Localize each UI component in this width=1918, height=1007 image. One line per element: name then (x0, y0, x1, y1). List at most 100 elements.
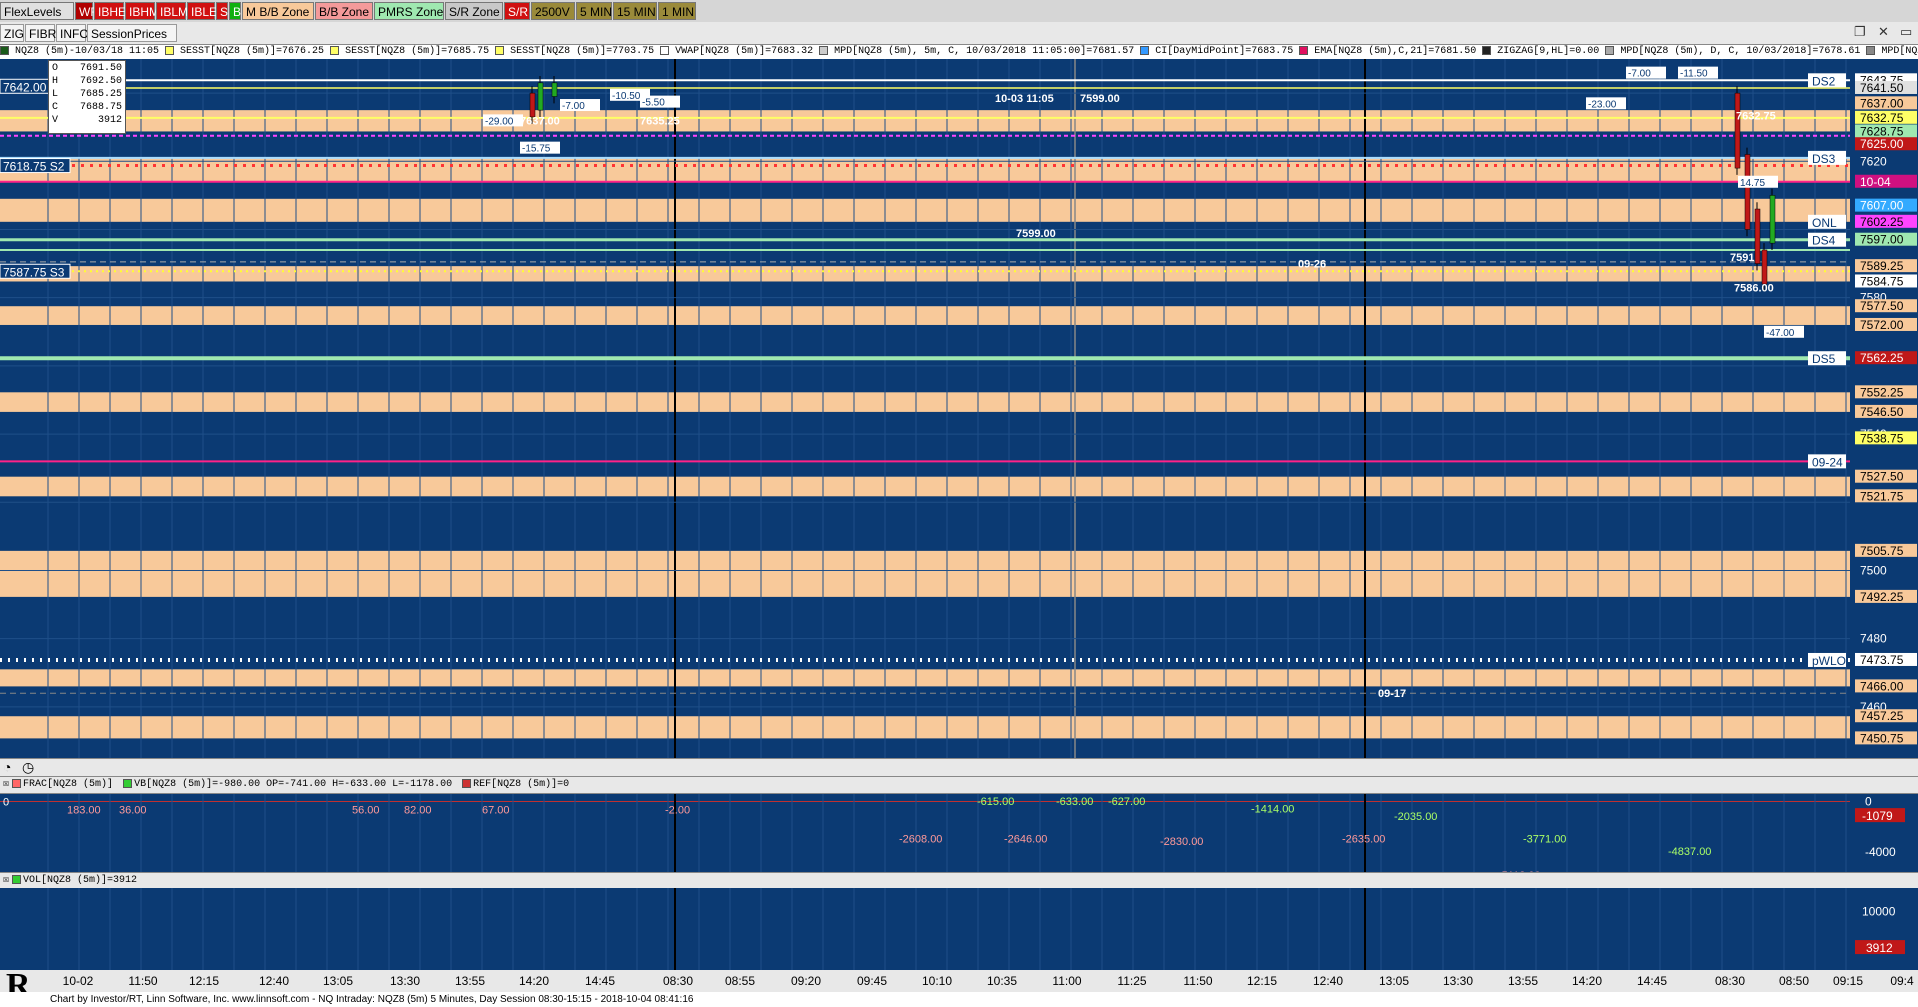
level-tag: DS4 (1812, 234, 1836, 248)
legend-item[interactable]: EMA[NQZ8 (5m),C,21]=7681.50 (1299, 45, 1476, 57)
toolbar-button-2500v[interactable]: 2500V (531, 2, 575, 20)
toolbar-button-s[interactable]: S (216, 2, 228, 20)
chart-annotation: 7586.00 (1734, 282, 1774, 294)
legend-text: MPD[NQZ8 (5m), D, C, 10/03/2018]=7678.61 (1620, 46, 1861, 57)
low-value: 7685.25 (79, 89, 122, 100)
time-tick-label: 09:20 (791, 974, 821, 988)
frac-value-label: 67.00 (482, 805, 510, 817)
low-label: L (52, 89, 59, 100)
time-tick-label: 12:40 (259, 974, 289, 988)
close-panel-icon[interactable]: ☒ (3, 875, 9, 886)
vb-label: VB[NQZ8 (5m)]=-980.00 OP=-741.00 H=-633.… (134, 779, 453, 790)
frac-indicator-chart[interactable]: 0-4000-10790183.00 36.00 56.00 82.00 67.00 -2… (0, 794, 1918, 872)
time-axis[interactable]: 10-02 11:50 12:15 12:40 13:05 13:30 13:55 14:20… (0, 970, 1918, 992)
legend-item[interactable]: MPD[NQZ8 (5m), 5m, C, 10/03/2018 11:05:0… (819, 45, 1134, 57)
close-panel-icon[interactable]: ☒ (3, 779, 9, 790)
price-axis-label: 7500 (1860, 563, 1887, 577)
toolbar-button-1-min[interactable]: 1 MIN (658, 2, 696, 20)
close-window-icon[interactable]: ✕ (1878, 24, 1889, 40)
price-axis-label: 7492.25 (1860, 590, 1904, 604)
time-tick-label: 12:40 (1313, 974, 1343, 988)
toolbar-button-s-r-zone[interactable]: S/R Zone (445, 2, 503, 20)
legend-item[interactable]: MPD[NQZ8 (5m), 1m, C, 10/03/2018 1 (1866, 45, 1918, 57)
clock-icon[interactable]: ◷ (22, 759, 34, 776)
toolbar-button-wr[interactable]: WR (75, 2, 99, 20)
toolbar-button-5-min[interactable]: 5 MIN (576, 2, 612, 20)
vb-swatch (123, 778, 133, 788)
vol-label: VOL[NQZ8 (5m)]=3912 (23, 875, 138, 886)
time-tick-label: 10:35 (987, 974, 1017, 988)
time-tick-label: 09:15 (1833, 974, 1863, 988)
price-axis-label: 7473.75 (1860, 653, 1904, 667)
frac-axis-label: 0 (1865, 795, 1872, 809)
toolbar-button-b-b-zone[interactable]: B/B Zone (315, 2, 373, 20)
toolbar-button-ible[interactable]: IBLE (187, 2, 217, 20)
legend-item[interactable]: CI[DayMidPoint]=7683.75 (1140, 45, 1294, 57)
toolbar-button-pmrs-zone[interactable]: PMRS Zone (374, 2, 444, 20)
toolbar-button-ibhe[interactable]: IBHE (94, 2, 126, 20)
legend-item[interactable]: ZIGZAG[9,HL]=0.00 (1482, 45, 1599, 57)
time-tick-label: 11:25 (1117, 974, 1146, 988)
legend-item[interactable]: NQZ8 (5m)-10/03/18 11:05 (0, 45, 159, 57)
time-tick-label: 12:15 (189, 974, 219, 988)
window-menu-icon[interactable]: ▭ (1900, 24, 1912, 40)
legend-swatch (1299, 45, 1309, 55)
price-chart[interactable]: 7643.757641.507637.007632.757628.757625.… (0, 59, 1918, 758)
price-axis-label: 7538.75 (1860, 431, 1904, 445)
toolbar-button-b[interactable]: B (229, 2, 241, 20)
time-tick-label: 09:4 (1890, 974, 1914, 988)
toolbar-button-iblm[interactable]: IBLM (156, 2, 188, 20)
price-axis-label: 7521.75 (1860, 489, 1904, 503)
left-tag: 7618.75 S2 (3, 160, 65, 174)
toolbar-button-zig[interactable]: ZIG (0, 24, 24, 42)
time-tick-label: 10-02 (63, 974, 94, 988)
legend-item[interactable]: MPD[NQZ8 (5m), D, C, 10/03/2018]=7678.61 (1605, 45, 1861, 57)
time-tick-label: 11:50 (128, 974, 157, 988)
toolbar-button-s-r[interactable]: S/R (504, 2, 530, 20)
restore-window-icon[interactable]: ❐ (1854, 24, 1866, 40)
frac-value-label: 56.00 (352, 805, 380, 817)
price-axis-label: 7597.00 (1860, 233, 1904, 247)
time-tick-label: 11:00 (1052, 974, 1081, 988)
candle (1744, 154, 1751, 230)
price-axis-label: 7562.25 (1860, 351, 1904, 365)
legend-text: SESST[NQZ8 (5m)]=7703.75 (510, 46, 655, 57)
legend-text: CI[DayMidPoint]=7683.75 (1155, 46, 1294, 57)
frac-left-zero: 0 (3, 797, 9, 809)
toolbar-button-sessionprices[interactable]: SessionPrices (87, 24, 177, 42)
pie-clock-icon[interactable]: ◔ (3, 759, 11, 775)
chart-annotation: 7599.00 (1016, 228, 1056, 240)
toolbar-button-fibr[interactable]: FIBR (25, 24, 56, 42)
legend-item[interactable]: SESST[NQZ8 (5m)]=7685.75 (330, 45, 489, 57)
toolbar-button-flexlevels[interactable]: FlexLevels (0, 2, 74, 20)
price-axis-label: 7637.00 (1860, 96, 1904, 110)
time-tick-label: 14:20 (1572, 974, 1602, 988)
boxed-label: -7.00 (562, 101, 585, 112)
boxed-label: -15.75 (522, 144, 551, 155)
boxed-label: -10.50 (612, 91, 641, 102)
level-tag: DS5 (1812, 352, 1836, 366)
boxed-label: -23.00 (1588, 99, 1617, 110)
volume-chart[interactable]: 10000 3912 (0, 888, 1918, 970)
time-tick-label: 14:45 (1637, 974, 1667, 988)
legend-item[interactable]: SESST[NQZ8 (5m)]=7703.75 (495, 45, 655, 57)
time-tick-label: 08:30 (663, 974, 693, 988)
frac-value-label: -3771.00 (1523, 834, 1566, 846)
toolbar-button-ibhm[interactable]: IBHM (125, 2, 159, 20)
toolbar-button-15-min[interactable]: 15 MIN (613, 2, 657, 20)
frac-value-label: 82.00 (404, 805, 432, 817)
legend-item[interactable]: VWAP[NQZ8 (5m)]=7683.32 (660, 45, 813, 57)
price-axis-label: 7584.75 (1860, 274, 1904, 288)
price-axis-label: 7457.25 (1860, 709, 1904, 723)
price-axis-label: 7572.00 (1860, 318, 1904, 332)
legend-item[interactable]: SESST[NQZ8 (5m)]=7676.25 (165, 45, 325, 57)
price-axis-label: 7546.50 (1860, 405, 1904, 419)
toolbar-button-m-b-b-zone[interactable]: M B/B Zone (242, 2, 314, 20)
price-zone (0, 669, 1850, 687)
time-tick-label: 13:05 (1379, 974, 1409, 988)
legend-text: SESST[NQZ8 (5m)]=7676.25 (180, 46, 325, 57)
toolbar-button-info[interactable]: INFO (56, 24, 89, 42)
volume-label: V (52, 115, 59, 126)
legend-swatch (0, 45, 9, 55)
boxed-label: -11.50 (1680, 69, 1708, 80)
